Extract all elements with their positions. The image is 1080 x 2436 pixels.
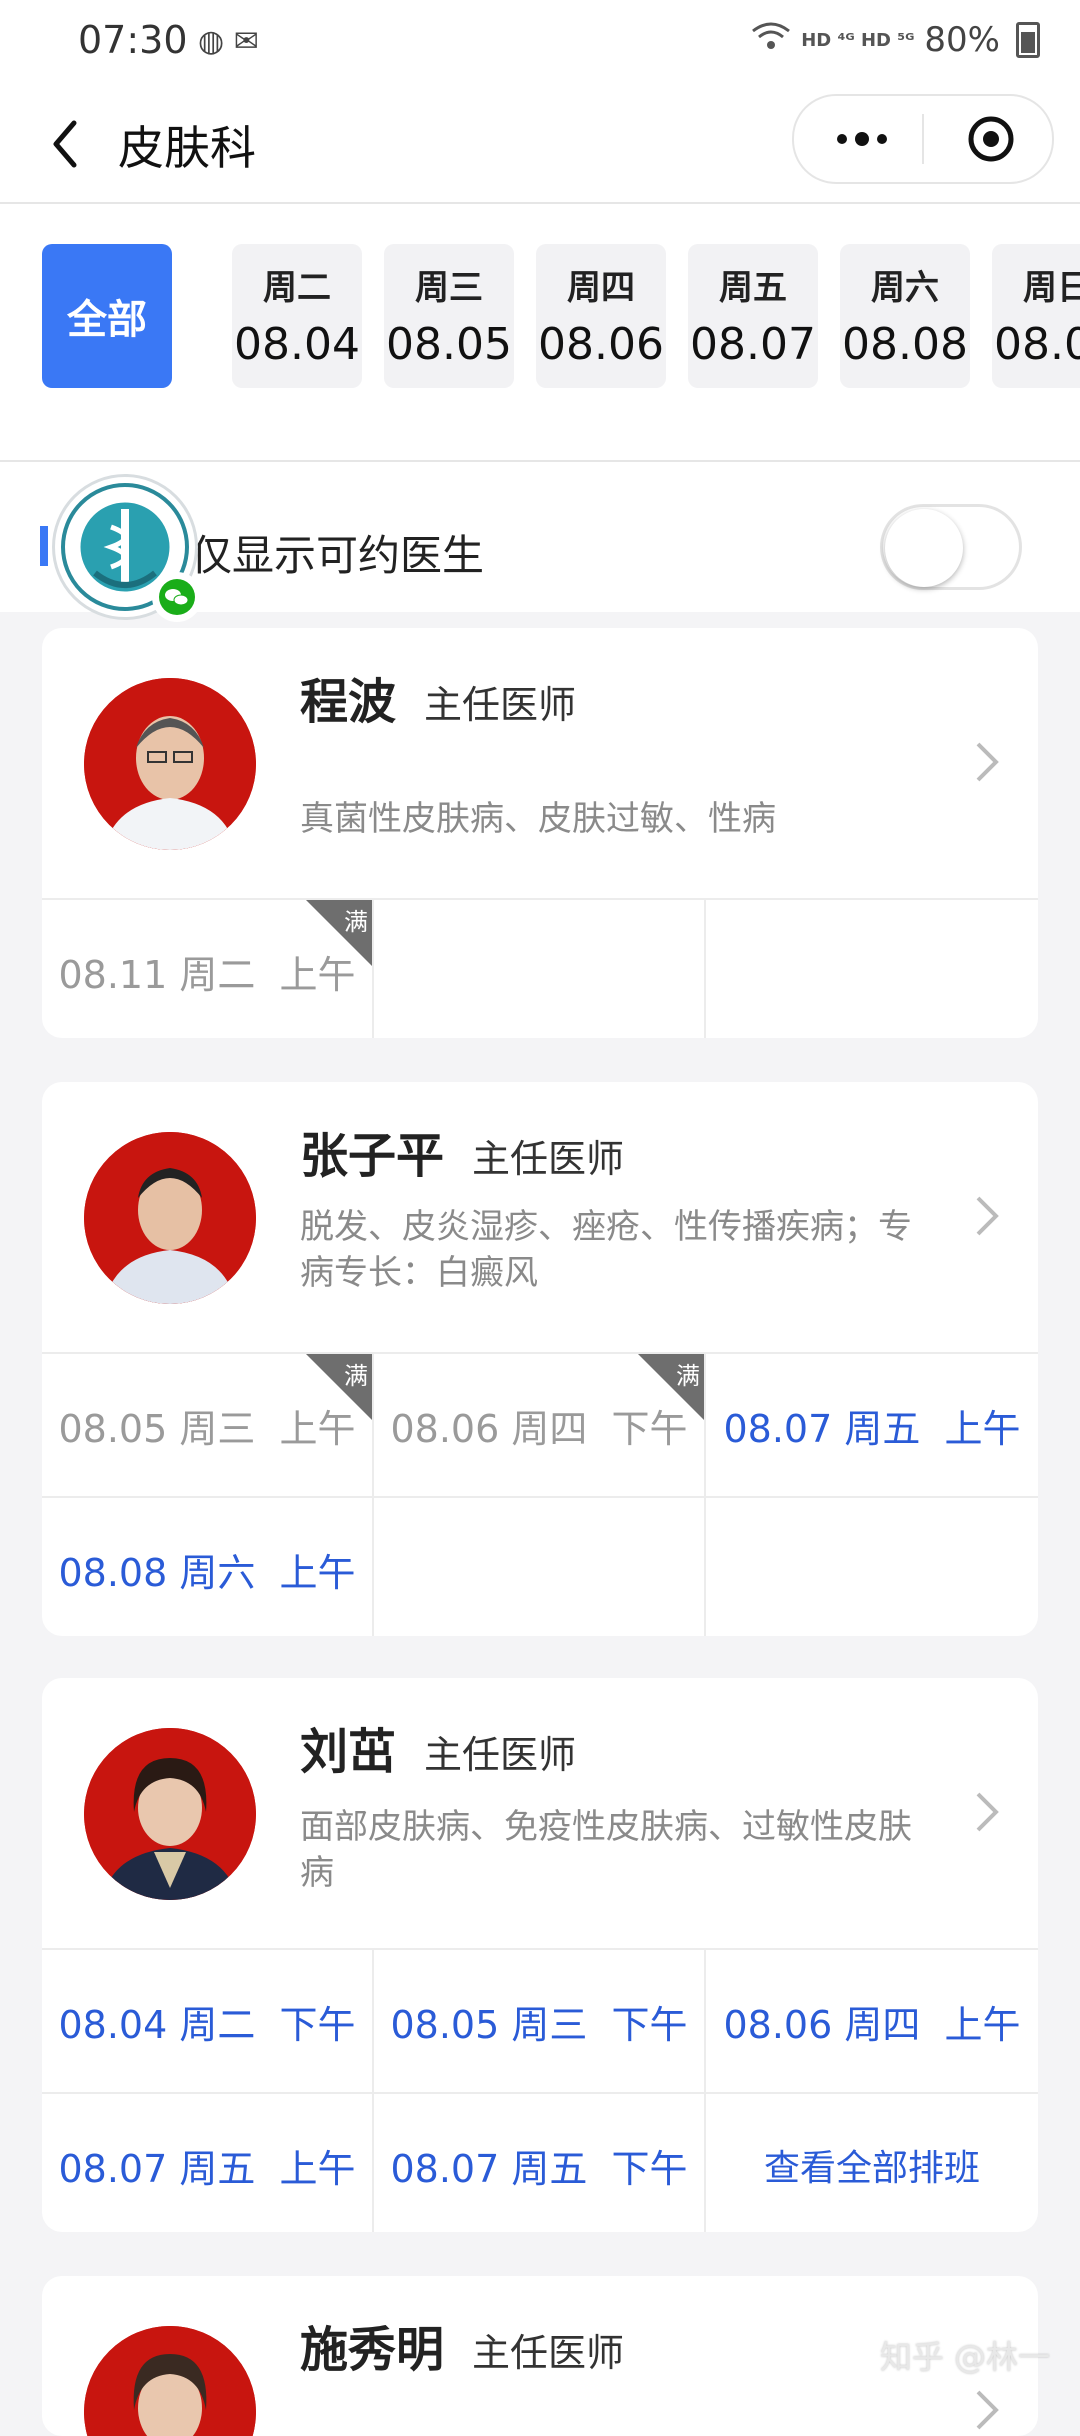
- schedule-slot-available[interactable]: 08.08 周六 上午: [42, 1498, 374, 1636]
- nav-bar: 皮肤科: [0, 86, 1080, 204]
- doctor-card[interactable]: 刘茁 主任医师 面部皮肤病、免疫性皮肤病、过敏性皮肤病 08.04 周二 下午 0…: [42, 1678, 1038, 2232]
- doctor-name-text: 程波: [300, 674, 397, 730]
- chevron-right-icon: [976, 1196, 999, 1236]
- back-arrow-icon[interactable]: [40, 116, 90, 172]
- schedule-slot-full: 08.06 周四 下午满: [374, 1354, 706, 1498]
- section-marker: [40, 526, 48, 566]
- battery-percent: 80%: [924, 20, 1000, 60]
- schedule-slot-empty: [374, 1498, 706, 1636]
- full-badge-text: 满: [676, 1362, 700, 1390]
- doctor-name: 张子平 主任医师: [300, 1116, 624, 1186]
- date-tab-weekday: 周四: [567, 268, 635, 308]
- doctor-title: 主任医师: [424, 1733, 577, 1777]
- schedule-slot-available[interactable]: 08.06 周四 上午: [706, 1950, 1038, 2094]
- schedule-slot-available[interactable]: 08.07 周五 上午: [706, 1354, 1038, 1498]
- date-tab-weekday: 周三: [415, 268, 483, 308]
- battery-icon: [1016, 22, 1040, 58]
- date-tab-weekday: 周二: [263, 268, 331, 308]
- schedule-slot-available[interactable]: 08.07 周五 上午: [42, 2094, 374, 2232]
- date-tab[interactable]: 周六 08.08: [840, 244, 970, 388]
- doctor-card[interactable]: 张子平 主任医师 脱发、皮炎湿疹、痤疮、性传播疾病；专病专长：白癜风 08.05 …: [42, 1082, 1038, 1636]
- date-tab-date: 08.06: [538, 319, 664, 370]
- filter-label: 仅显示可约医生: [190, 531, 485, 580]
- date-tab-date: 08.05: [386, 319, 512, 370]
- close-target-icon[interactable]: [966, 114, 1016, 164]
- status-right: HD ⁴ᴳ HD ⁵ᴳ 80%: [751, 20, 1040, 60]
- date-tab[interactable]: 周五 08.07: [688, 244, 818, 388]
- date-tab-weekday: 周日: [1023, 268, 1080, 308]
- doctor-avatar: [84, 2326, 256, 2436]
- status-bar: 07:30 ◍ ✉ HD ⁴ᴳ HD ⁵ᴳ 80%: [0, 0, 1080, 86]
- tab-all[interactable]: 全部: [42, 244, 172, 388]
- doctor-name: 刘茁 主任医师: [300, 1712, 576, 1782]
- doctor-card[interactable]: 程波 主任医师 真菌性皮肤病、皮肤过敏、性病 08.11 周二 上午满: [42, 628, 1038, 1038]
- page-title: 皮肤科: [118, 121, 256, 175]
- schedule-slot-full: 08.11 周二 上午满: [42, 900, 374, 1038]
- wifi-icon: [751, 20, 791, 60]
- full-badge-text: 满: [344, 1362, 368, 1390]
- date-tab-date: 08.07: [690, 319, 816, 370]
- doctor-name-text: 刘茁: [300, 1724, 397, 1780]
- doctor-name-text: 张子平: [300, 1128, 445, 1184]
- view-all-schedule-link[interactable]: 查看全部排班: [706, 2094, 1038, 2232]
- date-tab[interactable]: 周三 08.05: [384, 244, 514, 388]
- status-time: 07:30: [78, 18, 188, 62]
- schedule-slot-empty: [374, 900, 706, 1038]
- doctor-avatar: [84, 678, 256, 850]
- doctor-title: 主任医师: [424, 683, 577, 727]
- doctor-name-text: 施秀明: [300, 2322, 445, 2378]
- date-tab[interactable]: 周四 08.06: [536, 244, 666, 388]
- date-tab-weekday: 周五: [719, 268, 787, 308]
- doctor-avatar: [84, 1132, 256, 1304]
- date-tab-bar: 全部 周二 08.04 周三 08.05 周四 08.06 周五 08.07 周…: [0, 204, 1080, 462]
- signal-icon: HD ⁴ᴳ HD ⁵ᴳ: [801, 29, 915, 51]
- schedule-slot-empty: [706, 1498, 1038, 1636]
- doctor-card-header[interactable]: 张子平 主任医师 脱发、皮炎湿疹、痤疮、性传播疾病；专病专长：白癜风: [42, 1082, 1038, 1354]
- doctor-title: 主任医师: [472, 2331, 625, 2375]
- schedule-slot-full: 08.05 周三 上午满: [42, 1354, 374, 1498]
- full-badge-text: 满: [344, 908, 368, 936]
- schedule-slot-available[interactable]: 08.04 周二 下午: [42, 1950, 374, 2094]
- doctor-title: 主任医师: [472, 1137, 625, 1181]
- available-only-toggle[interactable]: [880, 504, 1022, 590]
- date-tab-date: 08.04: [234, 319, 360, 370]
- doctor-card-header[interactable]: 刘茁 主任医师 面部皮肤病、免疫性皮肤病、过敏性皮肤病: [42, 1678, 1038, 1950]
- doctor-specialty: 真菌性皮肤病、皮肤过敏、性病: [300, 799, 776, 839]
- date-tab-date: 08.09: [994, 319, 1080, 370]
- doctor-specialty: 脱发、皮炎湿疹、痤疮、性传播疾病；专病专长：白癜风: [300, 1207, 912, 1293]
- schedule-slot-empty: [706, 900, 1038, 1038]
- date-tab-weekday: 周六: [871, 268, 939, 308]
- schedule-grid: 08.05 周三 上午满 08.06 周四 下午满 08.07 周五 上午 08…: [42, 1354, 1038, 1636]
- doctor-card-header[interactable]: 程波 主任医师 真菌性皮肤病、皮肤过敏、性病: [42, 628, 1038, 900]
- wechat-icon: [152, 572, 202, 622]
- chevron-right-icon: [976, 2390, 999, 2430]
- notification-icons: ◍ ✉: [198, 24, 259, 59]
- miniapp-capsule: [792, 94, 1054, 184]
- capsule-divider: [922, 114, 924, 164]
- more-icon[interactable]: [822, 118, 902, 160]
- toggle-knob: [885, 509, 963, 587]
- schedule-grid: 08.04 周二 下午 08.05 周三 下午 08.06 周四 上午 08.0…: [42, 1950, 1038, 2232]
- schedule-slot-available[interactable]: 08.05 周三 下午: [374, 1950, 706, 2094]
- doctor-name: 程波 主任医师: [300, 662, 576, 732]
- doctor-avatar: [84, 1728, 256, 1900]
- doctor-name: 施秀明 主任医师: [300, 2310, 624, 2380]
- chevron-right-icon: [976, 742, 999, 782]
- doctor-specialty: 面部皮肤病、免疫性皮肤病、过敏性皮肤病: [300, 1807, 912, 1893]
- date-tab[interactable]: 周二 08.04: [232, 244, 362, 388]
- date-tab[interactable]: 周日 08.09: [992, 244, 1080, 388]
- date-tab-date: 08.08: [842, 319, 968, 370]
- schedule-grid: 08.11 周二 上午满: [42, 900, 1038, 1038]
- watermark: 知乎 @林一: [879, 2338, 1050, 2376]
- schedule-slot-available[interactable]: 08.07 周五 下午: [374, 2094, 706, 2232]
- chevron-right-icon: [976, 1792, 999, 1832]
